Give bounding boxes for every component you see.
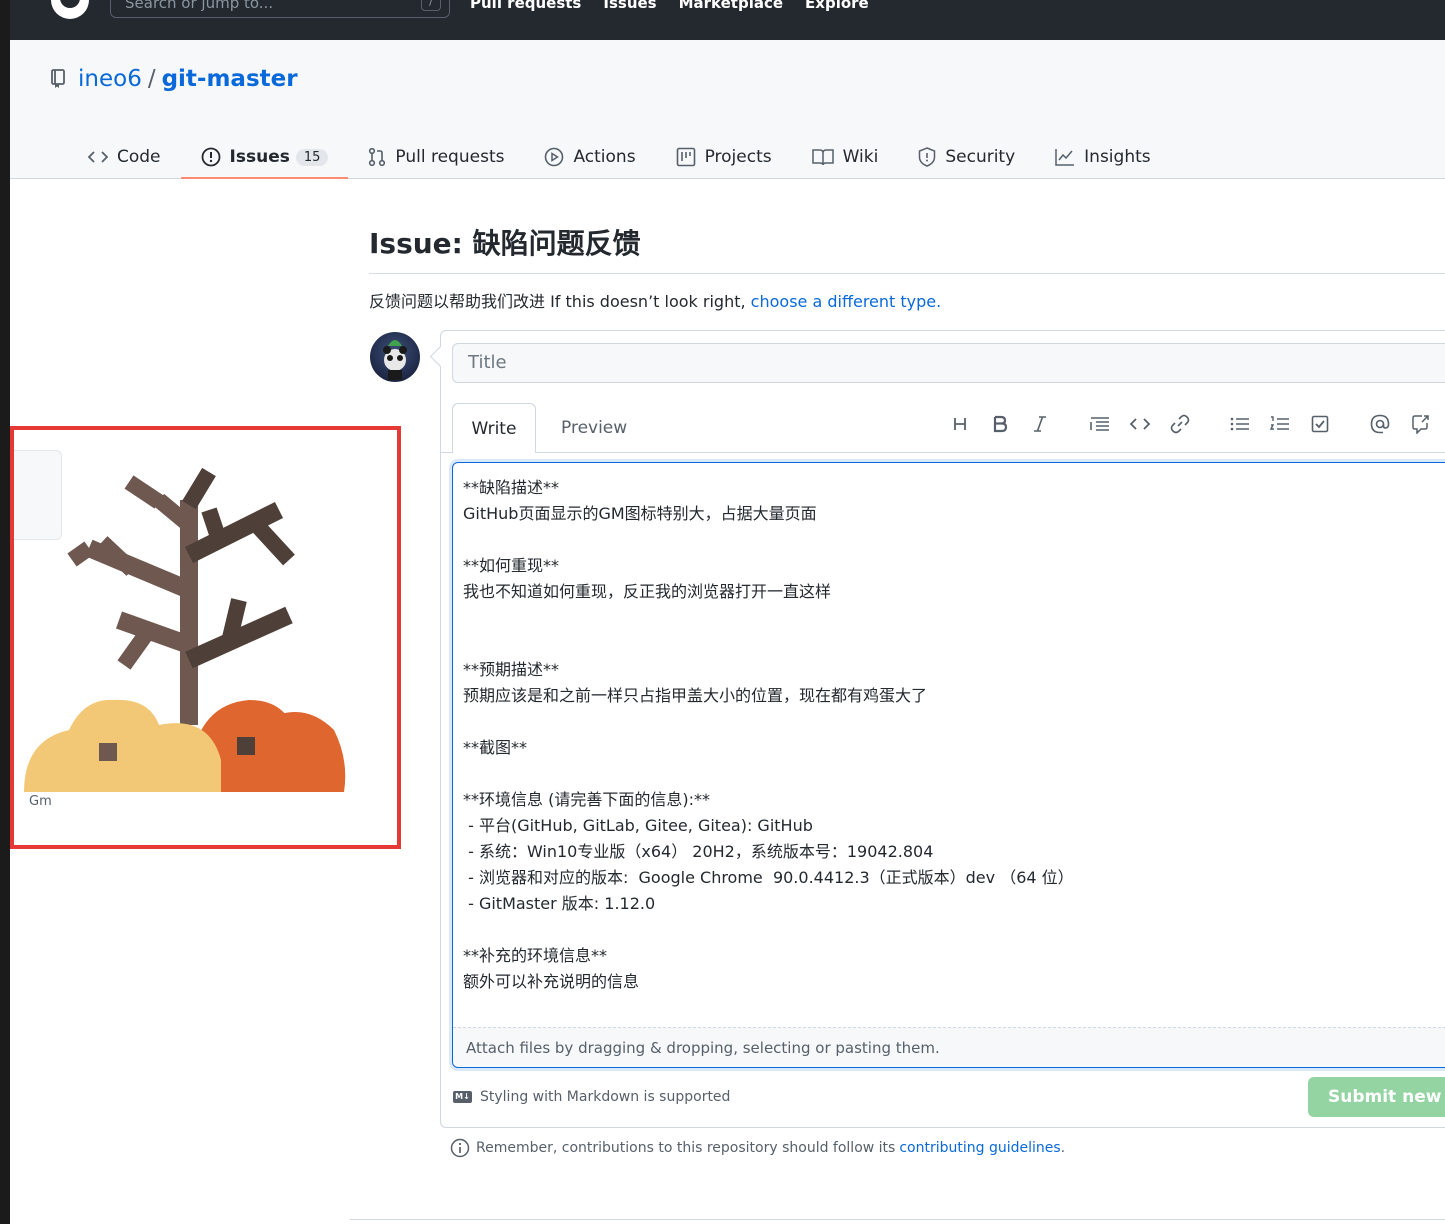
book-icon [811,149,834,166]
quote-icon[interactable] [1087,411,1113,437]
bold-icon[interactable] [987,411,1013,437]
cross-reference-icon[interactable] [1407,411,1433,437]
search-shortcut-key: / [421,0,441,11]
tab-wiki-label: Wiki [842,147,879,167]
issues-count-badge: 15 [295,148,329,166]
tab-security[interactable]: Security [898,136,1035,178]
contributing-guidelines-link[interactable]: contributing guidelines [899,1140,1060,1156]
nav-issues[interactable]: Issues [603,0,656,12]
repo-owner-link[interactable]: ineo6 [78,66,142,92]
title-divider [369,273,1445,274]
new-issue-form: Title Write Preview **缺陷描述** GitHub页面显示的… [440,330,1445,1128]
tab-projects[interactable]: Projects [656,136,792,178]
markdown-icon: M↓ [453,1091,472,1103]
shield-icon [919,147,936,167]
global-header: Search or jump to... / Pull requests Iss… [10,0,1445,40]
nav-pull-requests[interactable]: Pull requests [470,0,581,12]
unordered-list-icon[interactable] [1227,411,1253,437]
contributing-note: Remember, contributions to this reposito… [450,1138,1065,1158]
tab-issues[interactable]: Issues 15 [180,136,349,179]
tab-actions-label: Actions [573,147,636,167]
repo-breadcrumb: ineo6 / git-master [50,66,298,92]
tab-code[interactable]: Code [68,136,181,178]
markdown-note-text: Styling with Markdown is supported [480,1089,731,1105]
contributing-note-end: . [1060,1140,1066,1156]
template-subtitle: 反馈问题以帮助我们改进 If this doesn’t look right, … [369,288,941,312]
heading-icon[interactable] [947,411,973,437]
tab-projects-label: Projects [704,147,772,167]
markdown-toolbar [941,411,1441,441]
tab-preview[interactable]: Preview [561,403,627,453]
repo-header: ineo6 / git-master Code Issues 15 Pull r… [10,40,1445,179]
page-title: Issue: 缺陷问题反馈 [369,227,641,260]
issue-body-textarea[interactable]: **缺陷描述** GitHub页面显示的GM图标特别大，占据大量页面 **如何重… [463,475,1443,995]
tab-issues-label: Issues [229,147,290,167]
mention-icon[interactable] [1367,411,1393,437]
nav-explore[interactable]: Explore [805,0,869,12]
git-pull-request-icon [369,147,386,167]
code-icon [88,151,108,163]
attach-files-dropzone[interactable]: Attach files by dragging & dropping, sel… [453,1027,1445,1067]
project-icon [676,147,695,167]
ordered-list-icon[interactable] [1267,411,1293,437]
tab-pull-requests-label: Pull requests [395,147,505,167]
global-nav: Pull requests Issues Marketplace Explore [470,0,869,12]
repo-tabs: Code Issues 15 Pull requests Actions Pro… [68,136,1171,179]
editor-tabs-divider [441,452,1445,453]
tab-code-label: Code [117,147,161,167]
link-icon[interactable] [1167,411,1193,437]
search-input[interactable]: Search or jump to... / [110,0,450,18]
graph-icon [1055,149,1075,166]
github-logo-icon[interactable] [50,0,90,20]
tab-security-label: Security [945,147,1016,167]
tab-wiki[interactable]: Wiki [792,136,899,178]
issue-title-input[interactable]: Title [452,343,1445,383]
avatar[interactable] [370,332,420,382]
issue-opened-icon [201,147,220,167]
window-edge [0,0,10,1224]
subtitle-text: 反馈问题以帮助我们改进 If this doesn’t look right, [369,292,751,311]
search-placeholder: Search or jump to... [125,0,274,12]
nav-marketplace[interactable]: Marketplace [679,0,783,12]
repo-separator: / [147,66,156,92]
repo-name-link[interactable]: git-master [162,66,298,92]
submit-new-issue-button[interactable]: Submit new issue [1308,1077,1445,1117]
avatar-panda-icon [383,340,407,380]
info-icon [450,1138,470,1158]
github-page: Search or jump to... / Pull requests Iss… [10,0,1445,1224]
contributing-note-text: Remember, contributions to this reposito… [476,1140,896,1156]
gm-tree-logo-icon[interactable] [14,430,397,810]
choose-different-type-link[interactable]: choose a different type. [751,292,942,311]
play-icon [545,147,564,167]
tab-insights[interactable]: Insights [1035,136,1170,178]
tab-pull-requests[interactable]: Pull requests [348,136,524,178]
task-list-icon[interactable] [1307,411,1333,437]
italic-icon[interactable] [1027,411,1053,437]
page-bottom-divider [350,1219,1445,1220]
code-insert-icon[interactable] [1127,411,1153,437]
gm-extension-highlight: Gm [10,426,401,849]
repo-icon [51,69,65,88]
tab-write[interactable]: Write [452,403,536,453]
issue-body-editor[interactable]: **缺陷描述** GitHub页面显示的GM图标特别大，占据大量页面 **如何重… [452,462,1445,1068]
markdown-support-note[interactable]: M↓ Styling with Markdown is supported [453,1089,730,1105]
tab-insights-label: Insights [1084,147,1151,167]
gm-label: Gm [29,794,52,809]
tab-actions[interactable]: Actions [524,136,655,178]
